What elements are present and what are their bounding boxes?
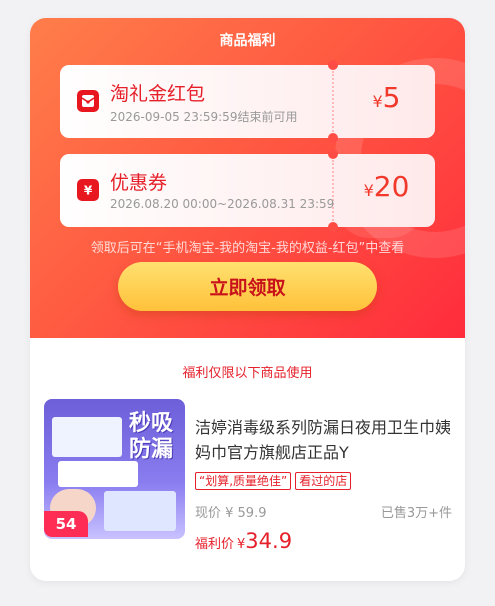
- welfare-hero: 商品福利 淘礼金红包 2026-09-05 23:59:59结束前可用 ¥5 ¥…: [30, 18, 465, 338]
- deal-value: 34.9: [245, 529, 293, 553]
- svg-text:¥: ¥: [84, 184, 93, 198]
- coupon-notch: [328, 149, 338, 159]
- claim-now-button[interactable]: 立即领取: [118, 262, 377, 311]
- coupon-currency: ¥: [363, 181, 374, 200]
- page-title: 商品福利: [219, 33, 276, 49]
- usage-limit-text: 福利仅限以下商品使用: [182, 366, 313, 381]
- coupon-name: 优惠券: [110, 172, 168, 194]
- coupon-validity: 2026-09-05 23:59:59结束前可用: [110, 110, 298, 124]
- coupon-value: 20: [373, 170, 410, 203]
- product-tag: “划算,质量绝佳”: [195, 472, 292, 490]
- product-thumbnail[interactable]: 秒吸防漏 54: [44, 399, 185, 539]
- product-tags: “划算,质量绝佳” 看过的店: [195, 472, 352, 490]
- coupon-name: 淘礼金红包: [110, 83, 206, 105]
- thumb-price-tag: 54: [44, 511, 88, 537]
- product-item[interactable]: 秒吸防漏 54 洁婷消毒级系列防漏日夜用卫生巾姨妈巾官方旗舰店正品Y “划算,质…: [44, 399, 455, 553]
- coupon-divider: [332, 71, 334, 132]
- thumb-slogan: 秒吸防漏: [129, 411, 174, 462]
- thumb-pack: [52, 417, 122, 457]
- coupon-notch: [328, 133, 338, 143]
- coupon-amount: ¥20: [338, 170, 435, 203]
- coupon-value: 5: [382, 81, 401, 114]
- claim-hint: 领取后可在“手机淘宝-我的淘宝-我的权益-红包”中查看: [90, 241, 405, 256]
- coupon-amount: ¥5: [338, 81, 435, 114]
- coupon-divider: [332, 160, 334, 221]
- coupon-notch: [328, 222, 338, 232]
- product-title[interactable]: 洁婷消毒级系列防漏日夜用卫生巾姨妈巾官方旗舰店正品Y: [195, 415, 455, 465]
- coupon-notch: [328, 60, 338, 70]
- coupon-currency: ¥: [372, 92, 383, 111]
- sold-count: 已售3万+件: [380, 506, 452, 521]
- deal-price: 福利价 ¥34.9: [195, 529, 292, 553]
- welfare-card: 商品福利 淘礼金红包 2026-09-05 23:59:59结束前可用 ¥5 ¥…: [30, 18, 465, 581]
- thumb-pack: [58, 461, 138, 487]
- coupon-validity: 2026.08.20 00:00~2026.08.31 23:59: [110, 197, 335, 211]
- thumb-pack: [104, 491, 176, 531]
- deal-label: 福利价: [195, 537, 235, 552]
- coupon-yen-icon: ¥: [77, 179, 99, 201]
- original-price: 现价 ¥ 59.9: [195, 506, 267, 521]
- coupon-red-packet[interactable]: 淘礼金红包 2026-09-05 23:59:59结束前可用 ¥5: [60, 60, 435, 143]
- product-tag: 看过的店: [295, 472, 352, 490]
- coupon-discount[interactable]: ¥ 优惠券 2026.08.20 00:00~2026.08.31 23:59 …: [60, 149, 435, 232]
- red-envelope-icon: [77, 90, 99, 112]
